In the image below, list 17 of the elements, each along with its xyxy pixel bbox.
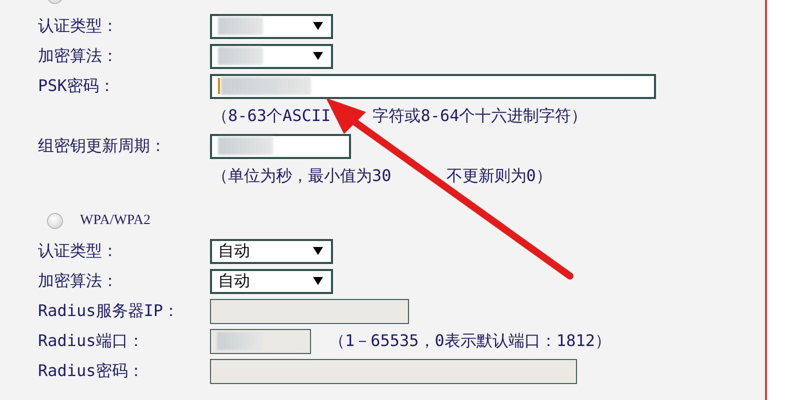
dropdown[interactable]: 自动 <box>210 268 333 294</box>
hint-text: （1－65535，0表示默认端口：1812） <box>329 330 611 352</box>
hint-text: 不更新则为0） <box>446 166 552 186</box>
field-label: 加密算法： <box>38 46 119 66</box>
field-label: PSK密码： <box>38 76 116 96</box>
field-label: 认证类型： <box>38 240 119 262</box>
option-label: WPA/WPA2 <box>80 213 151 229</box>
hint-text: （单位为秒，最小值为30 <box>212 166 392 186</box>
hint-text: 字符或8-64个十六进制字符） <box>372 106 588 126</box>
field-label: Radius端口： <box>38 330 145 352</box>
field-label: 认证类型： <box>38 16 119 36</box>
dropdown[interactable]: 自动 <box>210 238 333 264</box>
hint-text: （8-63个ASCII <box>212 106 331 126</box>
field-label: 组密钥更新周期： <box>38 136 167 156</box>
field-label: Radius密码： <box>38 360 145 382</box>
field-label: 加密算法： <box>38 270 119 292</box>
field-label: Radius服务器IP： <box>38 300 180 322</box>
